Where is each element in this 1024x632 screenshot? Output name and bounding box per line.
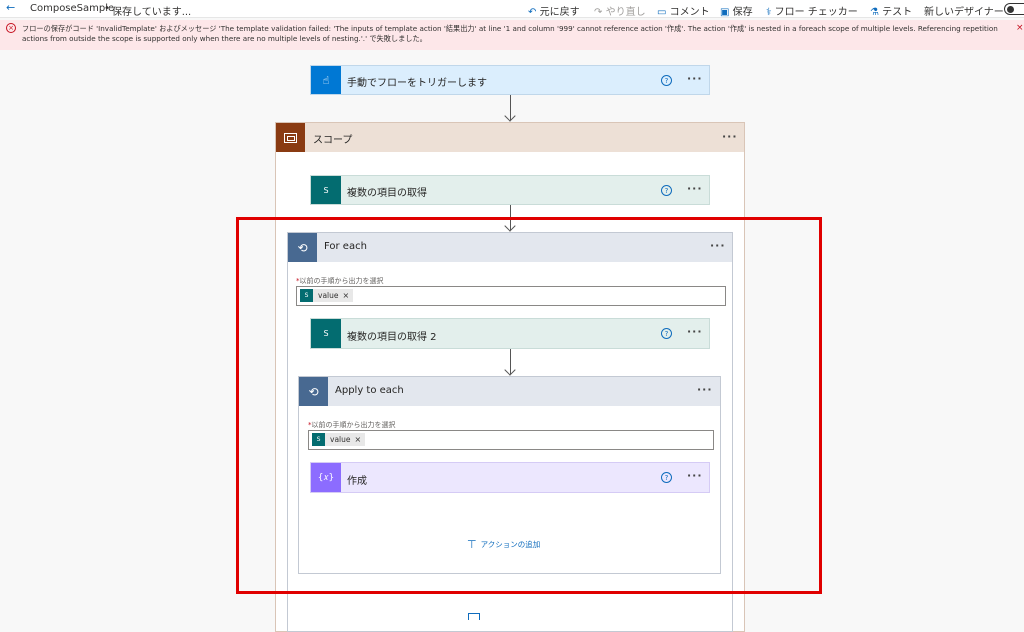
scope-more-icon[interactable]: ···: [722, 130, 738, 143]
command-bar: ← ComposeSample • 保存しています... ↶ 元に戻す ↷ やり…: [0, 0, 1024, 18]
trigger-help-icon[interactable]: ?: [661, 75, 672, 86]
save-status: 保存しています...: [112, 7, 192, 18]
back-arrow-icon[interactable]: ←: [6, 1, 15, 14]
new-designer-toggle[interactable]: [1004, 3, 1024, 15]
comment-icon: ▭: [657, 7, 667, 18]
test-button[interactable]: ⚗ テスト: [870, 3, 912, 18]
error-banner: × フローの保存がコード 'InvalidTemplate' およびメッセージ …: [0, 20, 1024, 50]
undo-button[interactable]: ↶ 元に戻す: [528, 3, 580, 18]
trigger-title: 手動でフローをトリガーします: [347, 78, 487, 89]
redo-label: やり直し: [605, 7, 646, 18]
toggle-knob: [1007, 5, 1014, 13]
trigger-more-icon[interactable]: ···: [687, 72, 703, 85]
add-action-icon-partial: [468, 613, 480, 620]
scope-title: スコープ: [313, 135, 353, 146]
error-icon: ×: [6, 23, 16, 33]
sharepoint-icon: S: [311, 176, 341, 204]
get-items-more-icon[interactable]: ···: [687, 182, 703, 195]
comment-label: コメント: [669, 7, 710, 18]
redo-icon: ↷: [594, 7, 603, 18]
test-label: テスト: [882, 7, 913, 18]
comment-button[interactable]: ▭ コメント: [657, 3, 710, 18]
save-button[interactable]: ▣ 保存: [720, 3, 753, 18]
new-designer-label: 新しいデザイナー: [924, 7, 1004, 18]
scope-header[interactable]: スコープ ···: [276, 123, 744, 152]
error-message-line-1: フローの保存がコード 'InvalidTemplate' およびメッセージ 'T…: [22, 24, 998, 33]
stethoscope-icon: ⚕: [766, 7, 772, 18]
save-icon: ▣: [720, 7, 730, 18]
flask-icon: ⚗: [870, 7, 879, 18]
get-items-card[interactable]: S 複数の項目の取得 ? ···: [310, 175, 710, 205]
undo-icon: ↶: [528, 7, 537, 18]
flow-checker-label: フロー チェッカー: [774, 7, 858, 18]
get-items-title: 複数の項目の取得: [347, 188, 427, 199]
trigger-card[interactable]: ☝ 手動でフローをトリガーします ? ···: [310, 65, 710, 95]
help-icon[interactable]: ?: [661, 185, 672, 196]
highlight-rectangle: [236, 217, 822, 594]
dismiss-error-icon[interactable]: ×: [1016, 23, 1024, 33]
scope-icon: [276, 123, 305, 152]
connector-arrow-icon: [504, 110, 516, 122]
flow-name: ComposeSample: [30, 3, 115, 14]
flow-checker-button[interactable]: ⚕ フロー チェッカー: [766, 3, 858, 18]
save-label: 保存: [732, 7, 753, 18]
error-message-line-2: actions from outside the scope is suppor…: [22, 34, 427, 43]
hand-pointer-icon: ☝: [311, 66, 341, 94]
title-separator: •: [104, 3, 110, 14]
redo-button[interactable]: ↷ やり直し: [594, 3, 646, 18]
undo-label: 元に戻す: [539, 7, 580, 18]
